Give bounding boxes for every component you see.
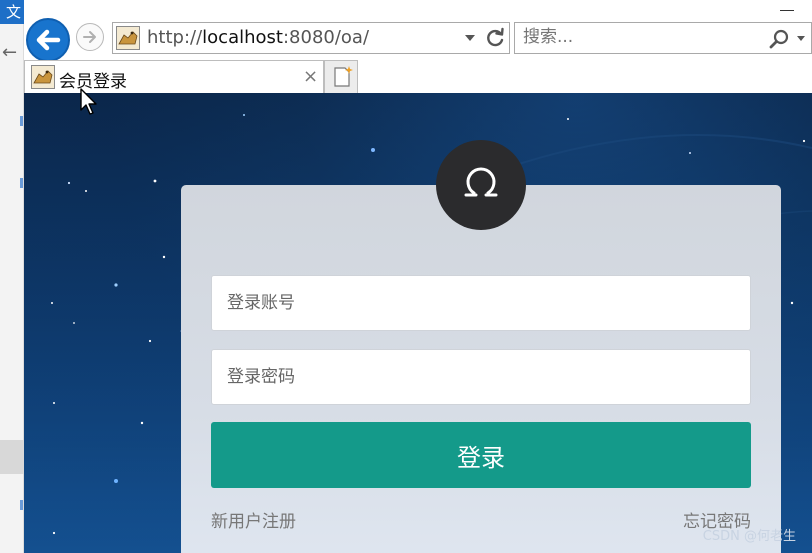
screen: 文 ← http://localhost:8080/oa/ 搜索... 会员登录…	[0, 0, 812, 553]
tab-member-login[interactable]: 会员登录 ×	[24, 60, 324, 93]
close-tab-icon[interactable]: ×	[303, 66, 318, 87]
address-dropdown-icon[interactable]	[465, 35, 475, 41]
tab-strip: 会员登录 ×	[24, 60, 812, 93]
watermark: CSDN @何老生	[702, 529, 796, 544]
search-box[interactable]	[514, 22, 812, 54]
background-menu-item[interactable]: 文	[0, 0, 24, 24]
user-icon	[464, 167, 498, 197]
background-marker	[20, 500, 23, 510]
forward-arrow-icon	[83, 31, 96, 43]
account-input[interactable]	[211, 275, 751, 331]
search-icon[interactable]	[767, 27, 791, 51]
register-link[interactable]: 新用户注册	[211, 507, 296, 532]
background-selection-strip	[0, 440, 24, 474]
login-button[interactable]: 登录	[211, 422, 751, 488]
address-bar[interactable]: http://localhost:8080/oa/	[112, 22, 510, 54]
background-window-edge: 文 ←	[0, 0, 24, 553]
new-tab-button[interactable]	[324, 60, 358, 93]
background-marker	[20, 178, 23, 188]
address-url: http://localhost:8080/oa/	[147, 27, 370, 48]
back-button[interactable]	[26, 18, 70, 62]
login-card: 登录 新用户注册 忘记密码	[181, 185, 781, 553]
tab-favicon-icon	[31, 65, 55, 89]
new-tab-icon	[334, 66, 353, 87]
refresh-icon[interactable]	[483, 26, 507, 50]
navigation-toolbar: http://localhost:8080/oa/	[24, 16, 812, 62]
search-dropdown-icon[interactable]	[797, 36, 805, 41]
mouse-cursor-icon	[80, 88, 97, 115]
user-avatar	[436, 140, 526, 230]
window-top-bar	[24, 0, 812, 16]
back-arrow-icon	[36, 29, 61, 51]
forward-button[interactable]	[76, 23, 104, 51]
background-back-arrow-icon: ←	[2, 42, 18, 63]
site-favicon-icon	[116, 26, 140, 50]
search-input[interactable]	[523, 27, 753, 47]
password-input[interactable]	[211, 349, 751, 405]
page-viewport: 登录 新用户注册 忘记密码 CSDN @何老生	[24, 93, 812, 553]
minimize-icon[interactable]	[780, 1, 794, 11]
background-marker	[20, 116, 23, 126]
